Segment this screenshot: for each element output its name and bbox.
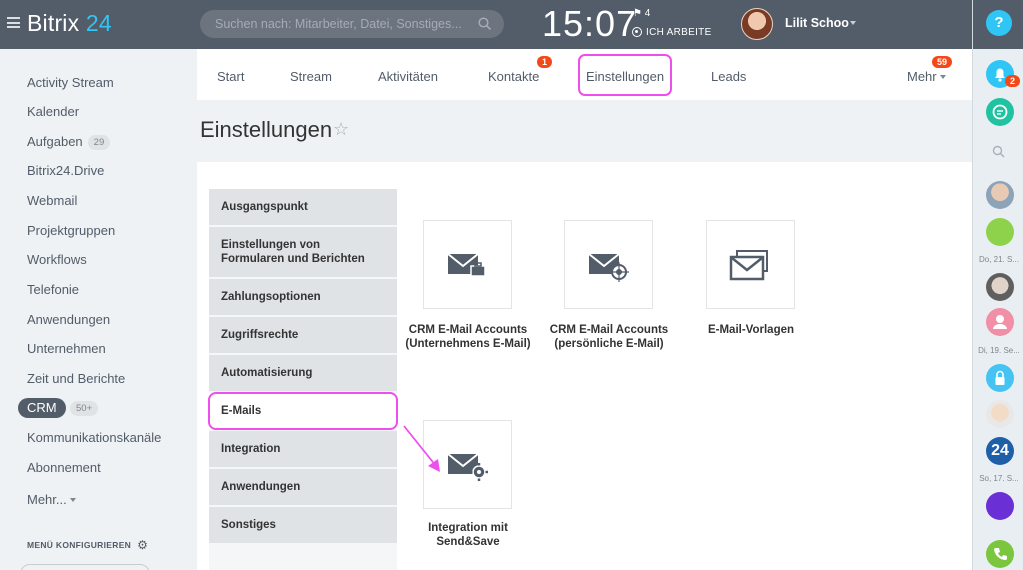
menu-item-crm[interactable]: CRM (18, 398, 66, 418)
menu-item-mehr[interactable]: Mehr... (27, 492, 76, 507)
menu-item-kommunikationskanaele[interactable]: Kommunikationskanäle (27, 430, 161, 445)
tile-label[interactable]: CRM E-Mail Accounts (Unternehmens E-Mail… (403, 323, 533, 351)
contact-avatar[interactable] (986, 181, 1014, 209)
search-placeholder: Suchen nach: Mitarbeiter, Datei, Sonstig… (215, 17, 462, 31)
contact-avatar[interactable] (986, 492, 1014, 520)
menu-item-anwendungen[interactable]: Anwendungen (27, 312, 110, 327)
notification-badge: 2 (1005, 75, 1021, 87)
tab-badge: 1 (537, 56, 553, 68)
settings-panel: Ausgangspunkt Einstellungen von Formular… (197, 162, 972, 570)
settings-nav-zahlungsoptionen[interactable]: Zahlungsoptionen (209, 279, 397, 315)
lock-icon[interactable] (986, 364, 1014, 392)
search-icon[interactable] (478, 17, 492, 31)
star-icon[interactable]: ☆ (333, 119, 349, 140)
annotation-arrow (403, 425, 440, 472)
tab-start[interactable]: Start (217, 69, 244, 84)
mail-briefcase-icon (447, 253, 486, 277)
tab-stream[interactable]: Stream (290, 69, 332, 84)
menu-item-activity-stream[interactable]: Activity Stream (27, 75, 114, 90)
menu-item-kalender[interactable]: Kalender (27, 104, 79, 119)
invite-button[interactable] (20, 564, 150, 570)
help-icon[interactable]: ? (986, 10, 1012, 36)
avatar[interactable] (741, 8, 773, 40)
counter-badge: 29 (87, 135, 111, 150)
page-title: Einstellungen (200, 117, 333, 142)
flag-icon: ⚑ (633, 8, 642, 19)
settings-nav-zugriffsrechte[interactable]: Zugriffsrechte (209, 317, 397, 353)
chat-icon[interactable] (986, 98, 1014, 126)
search-input[interactable]: Suchen nach: Mitarbeiter, Datei, Sonstig… (200, 10, 504, 38)
menu-item-aufgaben[interactable]: Aufgaben 29 (27, 134, 111, 150)
chevron-down-icon[interactable] (850, 21, 856, 25)
tile-crm-email-personal[interactable] (564, 220, 653, 309)
tab-leads[interactable]: Leads (711, 69, 746, 84)
menu-item-telefonie[interactable]: Telefonie (27, 282, 79, 297)
menu-icon[interactable] (7, 17, 20, 28)
contact-avatar[interactable] (986, 273, 1014, 301)
crm-tabs: Start Stream Aktivitäten Kontakte 1 Eins… (197, 49, 972, 100)
tile-label[interactable]: CRM E-Mail Accounts (persönliche E-Mail) (544, 323, 674, 351)
tab-aktivitaeten[interactable]: Aktivitäten (378, 69, 438, 84)
menu-item-zeit-berichte[interactable]: Zeit und Berichte (27, 371, 125, 386)
menu-configure-link[interactable]: MENÜ KONFIGURIEREN ⚙ (27, 538, 148, 552)
flag-counter[interactable]: ⚑ 4 (633, 8, 650, 19)
right-sidebar: ? 2 Do, 21. S... Di, 19. Se... 24 So, 17… (972, 0, 1023, 570)
tab-kontakte[interactable]: Kontakte (488, 69, 539, 84)
contact-avatar[interactable] (986, 308, 1014, 336)
bitrix24-avatar[interactable]: 24 (986, 437, 1014, 465)
search-icon[interactable] (992, 145, 1006, 159)
tile-label[interactable]: Integration mit Send&Save (403, 521, 533, 549)
menu-item-projektgruppen[interactable]: Projektgruppen (27, 223, 115, 238)
settings-nav-integration[interactable]: Integration (209, 431, 397, 467)
tile-crm-email-company[interactable] (423, 220, 512, 309)
settings-nav-automatisierung[interactable]: Automatisierung (209, 355, 397, 391)
contact-date: So, 17. S... (979, 474, 1019, 483)
settings-nav-ausgangspunkt[interactable]: Ausgangspunkt (209, 189, 397, 225)
mail-templates-icon (729, 250, 768, 281)
clock[interactable]: 15:07 (542, 3, 637, 45)
mail-target-icon (588, 253, 629, 282)
menu-item-drive[interactable]: Bitrix24.Drive (27, 163, 104, 178)
highlight-frame (578, 54, 672, 96)
user-name[interactable]: Lilit Schoo (785, 16, 849, 30)
counter-badge: 50+ (70, 401, 99, 416)
tab-badge: 59 (932, 56, 953, 68)
settings-nav-anwendungen[interactable]: Anwendungen (209, 469, 397, 505)
phone-icon[interactable] (986, 540, 1014, 568)
chevron-down-icon (939, 75, 946, 79)
record-icon (632, 27, 642, 37)
left-menu: Activity Stream Kalender Aufgaben 29 Bitr… (0, 49, 197, 570)
tile-email-templates[interactable] (706, 220, 795, 309)
settings-nav-formulare[interactable]: Einstellungen von Formularen und Bericht… (209, 227, 397, 277)
gear-icon: ⚙ (137, 538, 149, 552)
logo[interactable]: Bitrix 24 (27, 10, 112, 37)
mail-gear-icon (447, 453, 488, 481)
contact-avatar[interactable] (986, 400, 1014, 428)
settings-nav-sonstiges[interactable]: Sonstiges (209, 507, 397, 543)
settings-nav: Ausgangspunkt Einstellungen von Formular… (209, 189, 397, 570)
menu-item-unternehmen[interactable]: Unternehmen (27, 341, 106, 356)
chevron-down-icon (69, 498, 76, 502)
menu-item-workflows[interactable]: Workflows (27, 252, 87, 267)
tile-label[interactable]: E-Mail-Vorlagen (686, 323, 816, 337)
work-status[interactable]: ICH ARBEITE (632, 27, 712, 38)
contact-avatar[interactable] (986, 218, 1014, 246)
top-bar: Bitrix 24 Suchen nach: Mitarbeiter, Date… (0, 0, 972, 49)
contact-date: Di, 19. Se... (978, 346, 1020, 355)
menu-item-abonnement[interactable]: Abonnement (27, 460, 101, 475)
tab-mehr[interactable]: Mehr (907, 69, 946, 84)
menu-item-webmail[interactable]: Webmail (27, 193, 77, 208)
contact-date: Do, 21. S... (978, 255, 1020, 264)
highlight-frame (208, 392, 398, 430)
